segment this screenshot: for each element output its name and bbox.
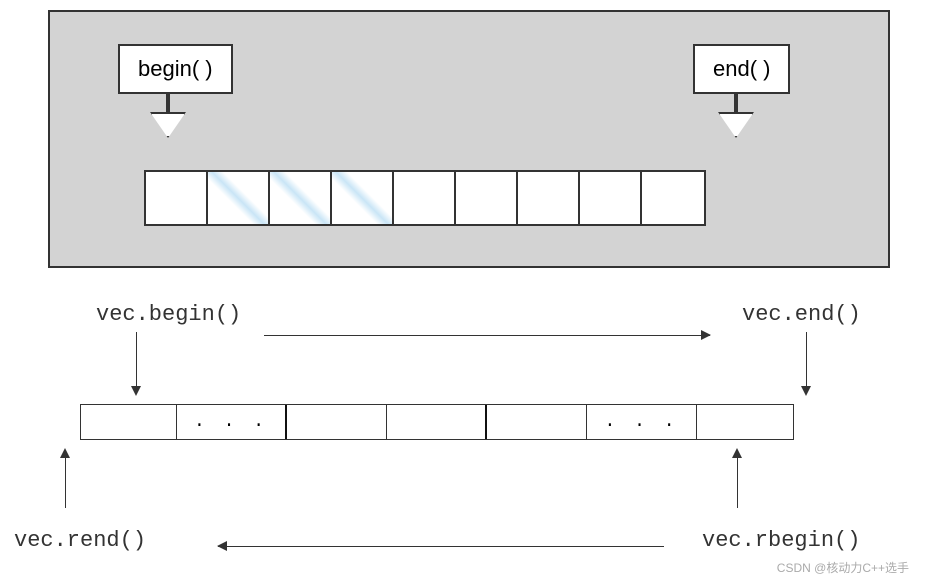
array-cell-ellipsis: . . . (177, 405, 287, 439)
array-cell (332, 172, 394, 224)
array-cell (580, 172, 642, 224)
array-cell (697, 405, 793, 439)
array-cell (518, 172, 580, 224)
array-cell (487, 405, 587, 439)
watermark-text: CSDN @核动力C++选手 (777, 559, 909, 576)
reverse-arrow (218, 546, 664, 547)
array-cell (387, 405, 487, 439)
end-label-box: end( ) (693, 44, 790, 94)
array-cell (642, 172, 704, 224)
top-array-row (144, 170, 706, 226)
array-cell (208, 172, 270, 224)
bottom-array-row: . . . . . . (80, 404, 794, 440)
vec-rbegin-label: vec.rbegin() (702, 528, 860, 553)
end-label: end( ) (713, 56, 770, 81)
array-cell (394, 172, 456, 224)
vec-begin-label: vec.begin() (96, 302, 241, 327)
begin-label: begin( ) (138, 56, 213, 81)
array-cell (81, 405, 177, 439)
array-cell (270, 172, 332, 224)
vec-rend-label: vec.rend() (14, 528, 146, 553)
top-diagram-panel: begin( ) end( ) (48, 10, 890, 268)
begin-label-box: begin( ) (118, 44, 233, 94)
array-cell (456, 172, 518, 224)
vec-end-label: vec.end() (742, 302, 861, 327)
array-cell (287, 405, 387, 439)
array-cell (146, 172, 208, 224)
array-cell-ellipsis: . . . (587, 405, 697, 439)
forward-arrow (264, 335, 710, 336)
